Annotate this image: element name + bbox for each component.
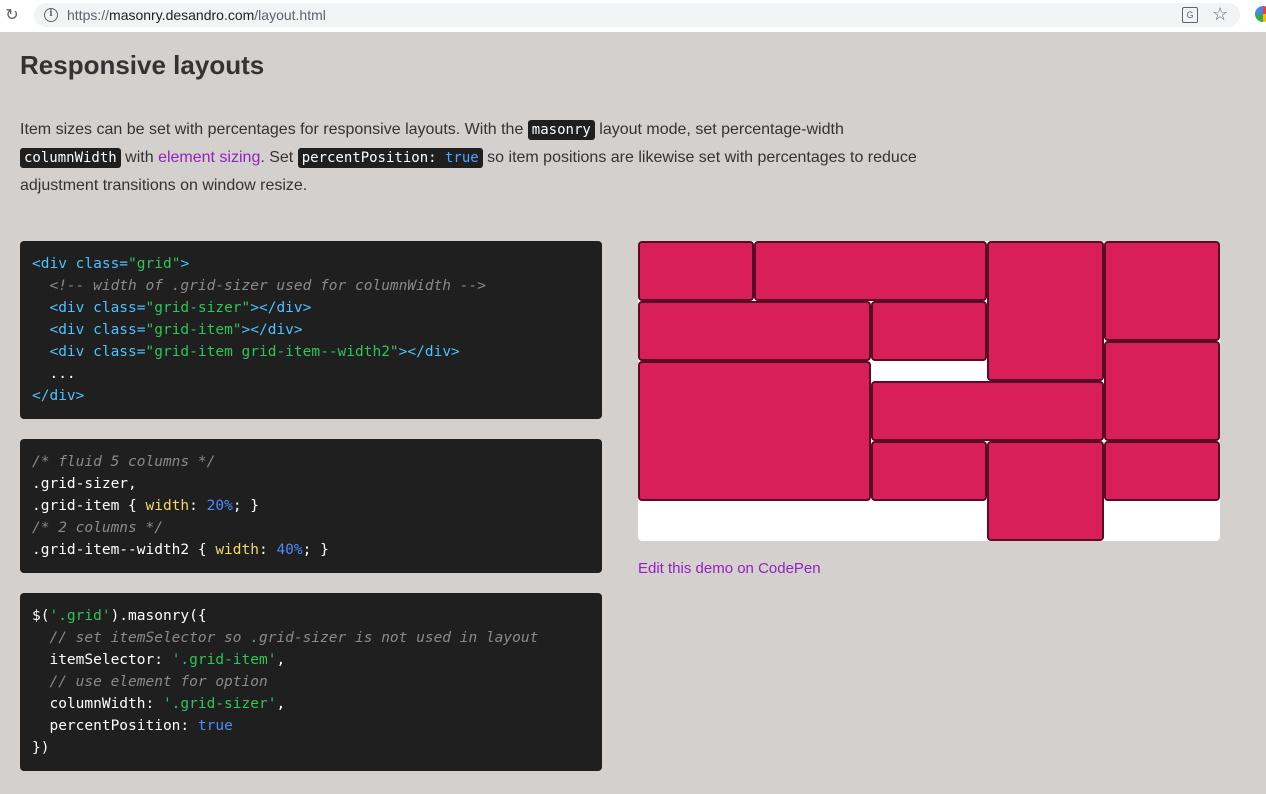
- code-token: </div>: [32, 388, 85, 404]
- code-token: :: [258, 542, 277, 558]
- url-host: masonry.desandro.com: [109, 7, 255, 23]
- code-columnwidth: columnWidth: [20, 148, 121, 168]
- code-percentposition-key: percentPosition:: [301, 150, 445, 166]
- code-token: .grid-item {: [32, 498, 146, 514]
- code-token: itemSelector:: [32, 652, 172, 668]
- grid-item: [1104, 341, 1220, 441]
- code-token: '.grid-sizer': [162, 696, 277, 712]
- code-token: >: [180, 256, 190, 272]
- code-token: class=: [75, 256, 129, 272]
- code-token: ; }: [302, 542, 329, 558]
- code-token: class=: [93, 322, 146, 338]
- code-comment: // use element for option: [32, 674, 268, 690]
- code-token: }): [32, 740, 50, 756]
- url-scheme: https://: [67, 7, 110, 23]
- code-token: 20%: [206, 498, 233, 514]
- code-token: <div: [32, 322, 94, 338]
- grid-item: [638, 241, 754, 301]
- grid-item-width2: [638, 301, 871, 361]
- code-percentposition: percentPosition: true: [297, 148, 483, 168]
- url-text[interactable]: https://masonry.desandro.com/layout.html: [67, 7, 326, 23]
- code-token: "grid": [128, 256, 181, 272]
- codepen-link[interactable]: Edit this demo on CodePen: [638, 560, 821, 577]
- element-sizing-link[interactable]: element sizing: [158, 149, 260, 166]
- browser-toolbar: ↻ i https://masonry.desandro.com/layout.…: [0, 0, 1266, 33]
- code-comment: /* fluid 5 columns */: [32, 454, 216, 470]
- code-token: '.grid': [49, 608, 111, 624]
- grid-item: [1104, 441, 1220, 501]
- grid-item: [871, 301, 987, 361]
- code-token: <div: [32, 344, 94, 360]
- code-comment: // set itemSelector so .grid-sizer is no…: [32, 630, 539, 646]
- code-token: "grid-item grid-item--width2": [145, 344, 399, 360]
- code-token: ; }: [232, 498, 260, 514]
- code-token: true: [197, 718, 233, 734]
- code-token: .grid-sizer,: [32, 476, 137, 492]
- code-comment: <!-- width of .grid-sizer used for colum…: [32, 278, 486, 294]
- js-code-block: $('.grid').masonry({ // set itemSelector…: [20, 593, 602, 771]
- code-token: ,: [276, 652, 286, 668]
- code-token: width: [215, 542, 259, 558]
- reload-icon[interactable]: ↻: [2, 6, 22, 26]
- code-token: :: [189, 498, 207, 514]
- code-token: "grid-item": [145, 322, 242, 338]
- grid-item: [871, 441, 987, 501]
- intro-text-1: Item sizes can be set with percentages f…: [20, 121, 528, 138]
- address-bar[interactable]: i https://masonry.desandro.com/layout.ht…: [34, 3, 1240, 27]
- grid-item-width2: [638, 361, 871, 501]
- grid-item: [1104, 241, 1220, 341]
- code-token: .grid-item--width2 {: [32, 542, 216, 558]
- code-token: <div: [32, 256, 76, 272]
- html-code-block: <div class="grid"> <!-- width of .grid-s…: [20, 241, 602, 419]
- info-icon[interactable]: i: [44, 8, 58, 22]
- code-token: class=: [93, 344, 146, 360]
- intro-paragraph: Item sizes can be set with percentages f…: [20, 116, 920, 200]
- code-percentposition-value: true: [445, 150, 479, 166]
- css-code-block: /* fluid 5 columns */ .grid-sizer, .grid…: [20, 439, 602, 573]
- url-path: /layout.html: [254, 7, 326, 23]
- code-token: '.grid-item': [171, 652, 277, 668]
- grid-item-width2: [871, 381, 1104, 441]
- section-title: Responsive layouts: [20, 50, 265, 80]
- code-token: percentPosition:: [32, 718, 198, 734]
- code-token: ...: [32, 366, 76, 382]
- code-token: ></div>: [398, 344, 460, 360]
- bookmark-star-icon[interactable]: ☆: [1212, 4, 1228, 25]
- grid-item: [987, 241, 1104, 381]
- extension-icon[interactable]: [1255, 6, 1266, 22]
- code-token: ></div>: [250, 300, 312, 316]
- intro-text-4: . Set: [260, 149, 298, 166]
- translate-icon[interactable]: G: [1182, 7, 1198, 23]
- code-token: <div: [32, 300, 94, 316]
- code-token: ).masonry({: [110, 608, 207, 624]
- intro-text-3: with: [120, 149, 159, 166]
- code-token: ,: [276, 696, 286, 712]
- intro-text-2: layout mode, set percentage-width: [594, 121, 844, 138]
- code-token: "grid-sizer": [145, 300, 251, 316]
- code-token: 40%: [276, 542, 303, 558]
- grid-item: [987, 441, 1104, 541]
- code-token: width: [145, 498, 190, 514]
- code-token: $(: [32, 608, 50, 624]
- code-comment: /* 2 columns */: [32, 520, 163, 536]
- grid-item-width2: [754, 241, 987, 301]
- code-token: class=: [93, 300, 146, 316]
- masonry-demo-grid: [638, 241, 1220, 541]
- code-masonry: masonry: [527, 120, 595, 140]
- code-token: ></div>: [241, 322, 303, 338]
- code-token: columnWidth:: [32, 696, 163, 712]
